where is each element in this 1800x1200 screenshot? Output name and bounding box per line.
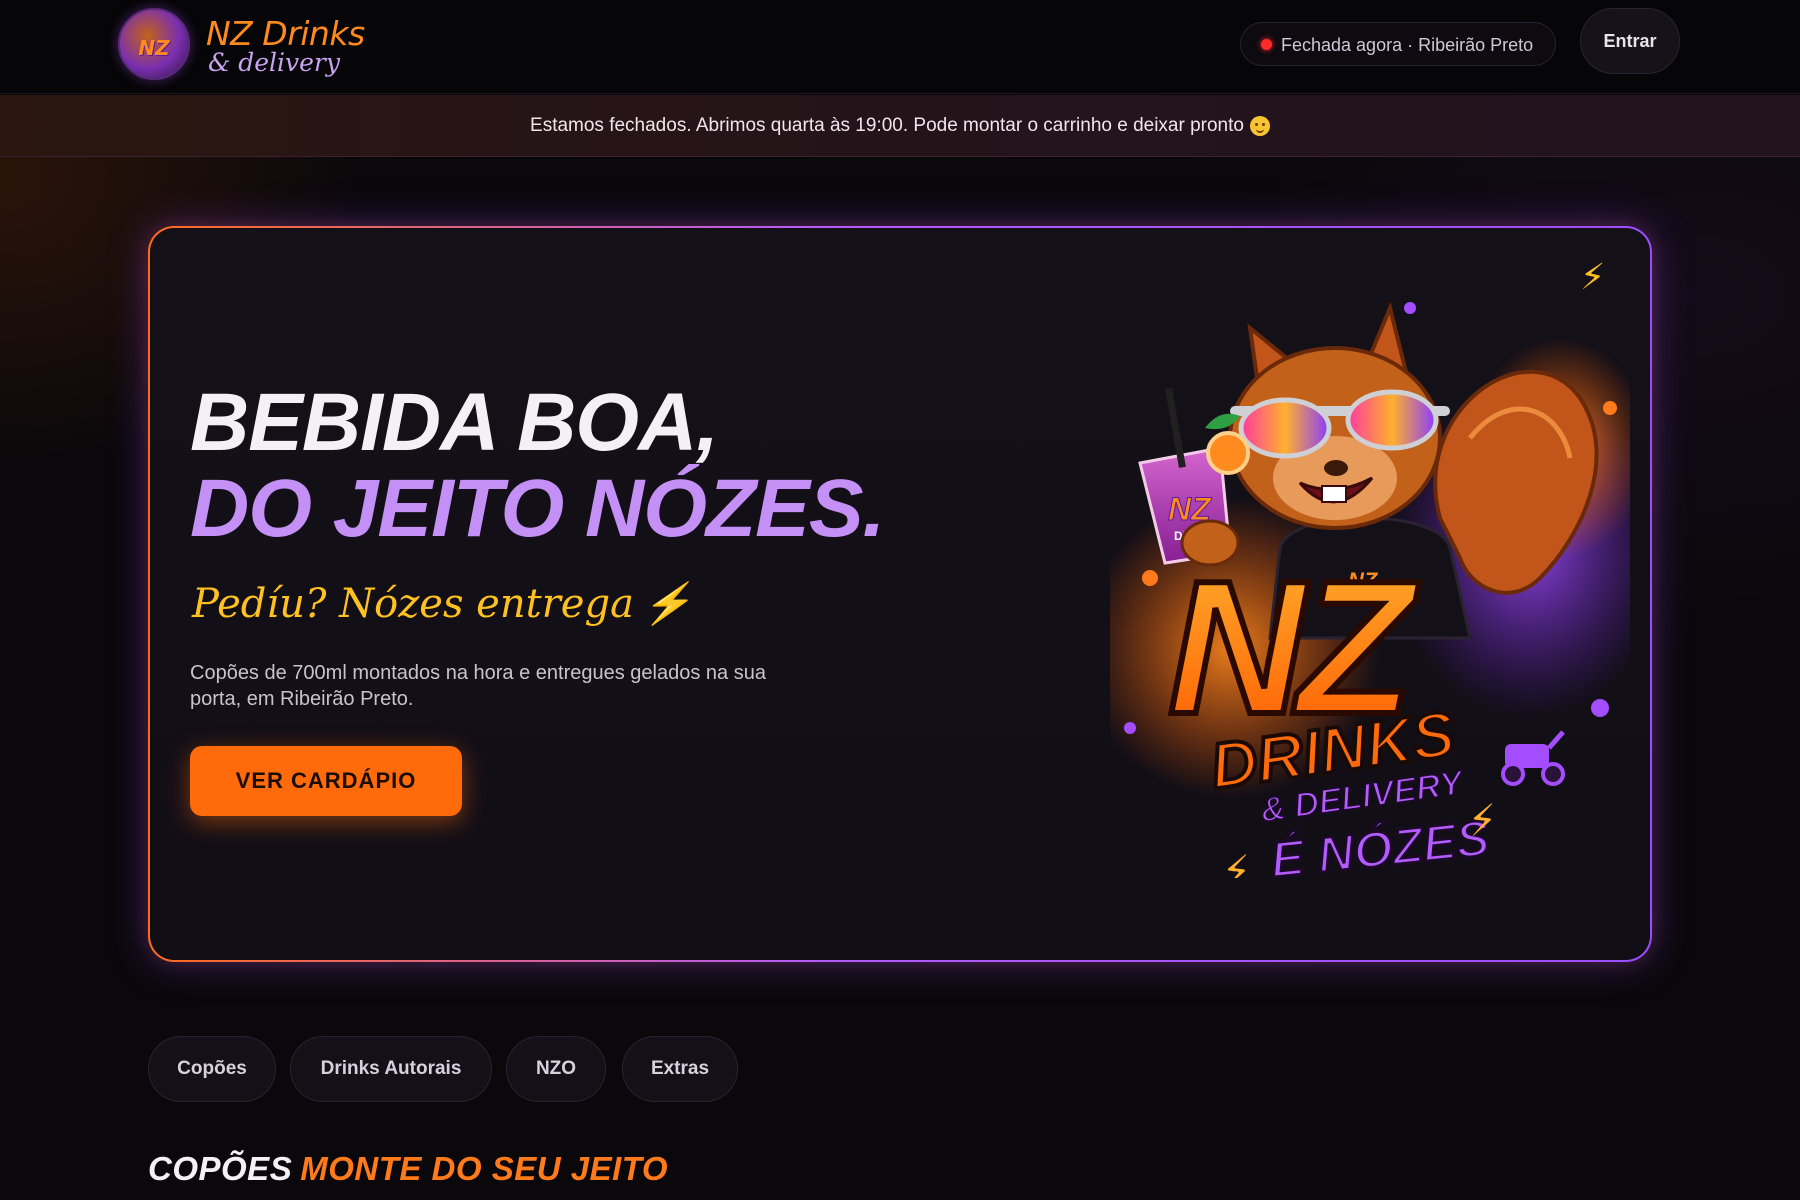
section-title-accent: MONTE DO SEU JEITO — [300, 1150, 668, 1187]
sunglasses-lens-left — [1238, 397, 1332, 459]
scooter-icon — [1501, 730, 1565, 786]
splash-drop — [1142, 570, 1158, 586]
closed-notice-text: Estamos fechados. Abrimos quarta às 19:0… — [530, 114, 1244, 136]
nz-mascot-logo-illustration: NZ NZ DRINKS NZ — [1110, 301, 1630, 878]
hero-card: BEBIDA BOA, DO JEITO NÓZES. Pedíu? Nózes… — [148, 226, 1652, 962]
splash-drop — [1591, 699, 1609, 717]
section-title-main: COPÕES — [148, 1150, 293, 1187]
splash-drop — [1603, 401, 1617, 415]
lightning-icon: ⚡ — [641, 581, 692, 627]
tab-extras[interactable]: Extras — [622, 1036, 738, 1102]
store-status-text: Fechada agora · Ribeirão Preto — [1281, 35, 1534, 55]
hero-title-line1: BEBIDA BOA, — [190, 377, 719, 468]
sunglasses-lens-right — [1345, 389, 1439, 451]
login-button[interactable]: Entrar — [1580, 8, 1680, 74]
top-navbar: NZ NZ Drinks & delivery Fechada agora · … — [0, 0, 1800, 94]
hero-tagline: Pedíu? Nózes entrega ⚡ — [192, 580, 692, 627]
status-dot-icon — [1261, 39, 1272, 50]
store-status-badge: Fechada agora · Ribeirão Preto — [1240, 22, 1556, 66]
squirrel-teeth — [1321, 485, 1347, 503]
logo-badge-text: NZ — [138, 36, 170, 60]
tab-drinks-autorais[interactable]: Drinks Autorais — [290, 1036, 492, 1102]
tab-copoes[interactable]: Copões — [148, 1036, 276, 1102]
section-title: COPÕES MONTE DO SEU JEITO — [148, 1150, 668, 1188]
lightning-icon: ⚡ — [1465, 796, 1499, 846]
hero-title-line2: DO JEITO NÓZES. — [190, 463, 885, 554]
splash-drop — [1404, 302, 1416, 314]
wink-emoji-icon — [1249, 115, 1270, 136]
brand-logo[interactable]: NZ NZ Drinks & delivery — [118, 6, 378, 86]
lightning-icon: ⚡ — [1219, 847, 1253, 878]
hero-tagline-text: Pedíu? Nózes entrega — [192, 581, 634, 627]
closed-notice-banner: Estamos fechados. Abrimos quarta às 19:0… — [0, 95, 1800, 157]
squirrel-logo-icon: NZ — [118, 8, 190, 80]
brand-subtitle: & delivery — [208, 48, 340, 77]
hero-description: Copões de 700ml montados na hora e entre… — [190, 662, 766, 710]
view-menu-button[interactable]: VER CARDÁPIO — [190, 746, 462, 816]
orange-slice-icon — [1206, 431, 1250, 475]
splash-drop — [1124, 722, 1136, 734]
tab-nzo[interactable]: NZO — [506, 1036, 606, 1102]
